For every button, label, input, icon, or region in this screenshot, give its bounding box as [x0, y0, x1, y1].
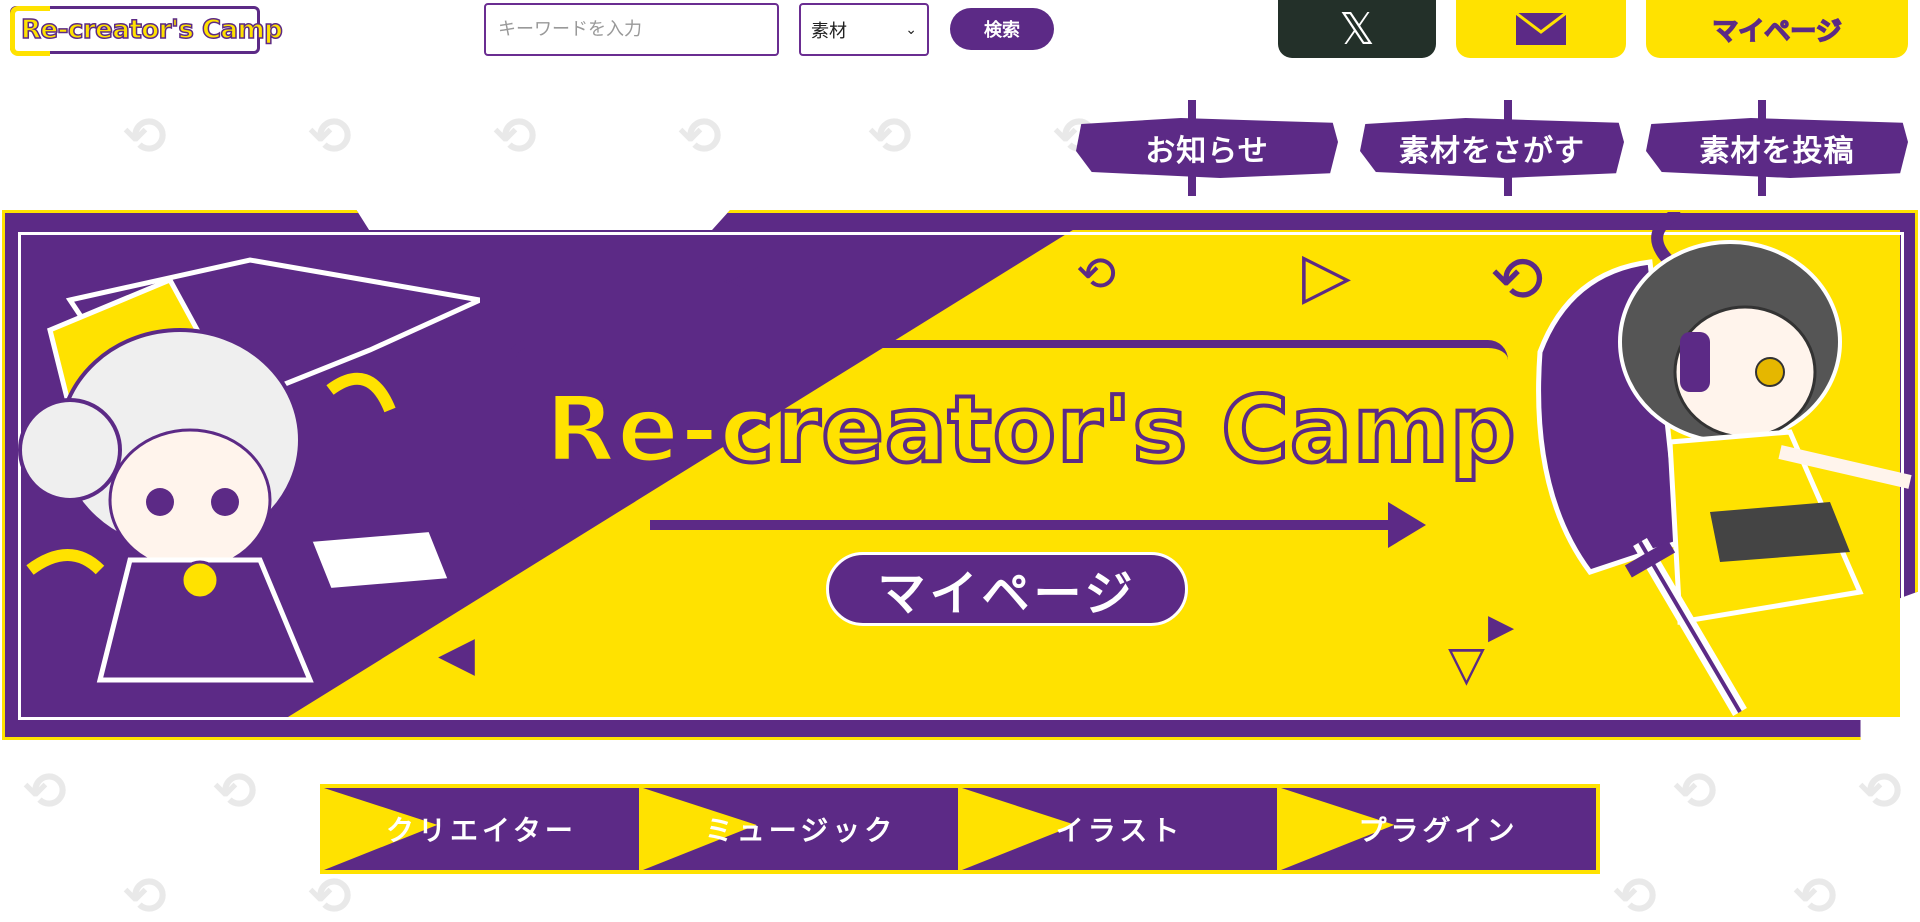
- triangle-outline-icon: ▷: [1302, 239, 1352, 313]
- nav-post-material-label: 素材を投稿: [1699, 134, 1855, 169]
- category-plugin[interactable]: プラグイン: [1281, 788, 1596, 870]
- category-creator[interactable]: クリエイター: [324, 788, 643, 870]
- recycle-icon: ⟲: [213, 762, 257, 822]
- recycle-icon: ⟲: [308, 867, 352, 922]
- category-select[interactable]: 素材 ⌄: [799, 3, 929, 56]
- mail-button[interactable]: [1456, 0, 1626, 58]
- recycle-icon: ⟲: [308, 107, 352, 167]
- recycle-icon: ⟲: [1076, 246, 1117, 302]
- recycle-icon: ⟲: [1793, 867, 1837, 922]
- recycle-icon: ⟲: [123, 867, 167, 922]
- x-logo-icon: 𝕏: [1339, 3, 1375, 55]
- recycle-icon: ⟲: [493, 107, 537, 167]
- category-illust[interactable]: イラスト: [962, 788, 1281, 870]
- search-input[interactable]: [484, 3, 779, 56]
- mail-icon: [1515, 12, 1567, 45]
- category-plugin-label: プラグイン: [1358, 814, 1519, 847]
- arrow-left-icon: [562, 312, 770, 356]
- nav-search-material[interactable]: 素材をさがす: [1360, 100, 1624, 196]
- category-illust-label: イラスト: [1055, 814, 1184, 847]
- category-creator-label: クリエイター: [386, 814, 577, 847]
- witch-character-illustration: [10, 240, 489, 710]
- hero-mypage-button[interactable]: マイページ: [826, 552, 1188, 626]
- nav-news-label: お知らせ: [1145, 134, 1269, 169]
- triangle-outline-icon: ▽: [1448, 636, 1485, 692]
- swordsman-character-art: [1536, 206, 1912, 717]
- hero-title: Re-creator's Camp: [543, 374, 1518, 485]
- mypage-header-button[interactable]: マイページ: [1646, 0, 1908, 58]
- search-button[interactable]: 検索: [950, 8, 1054, 50]
- witch-character-art: [18, 257, 489, 683]
- recycle-icon: ⟲: [1613, 867, 1657, 922]
- nav-search-material-label: 素材をさがす: [1399, 134, 1585, 169]
- recycle-icon: ⟲: [1673, 762, 1717, 822]
- recycle-icon: ⟲: [123, 107, 167, 167]
- swordsman-character-illustration: [1530, 206, 1920, 732]
- triangle-icon: ▶: [1488, 607, 1515, 647]
- logo-arrow: [177, 51, 237, 54]
- site-logo[interactable]: Re-creator's Camp: [10, 6, 284, 56]
- nav-post-material[interactable]: 素材を投稿: [1646, 100, 1908, 196]
- triangle-outline-icon: ◁: [724, 250, 761, 306]
- recycle-icon: ⟲: [678, 107, 722, 167]
- category-select-value: 素材: [811, 20, 847, 42]
- logo-text: Re-creator's Camp: [20, 14, 283, 46]
- recycle-icon: ⟲: [23, 762, 67, 822]
- recycle-icon: ⟲: [1858, 762, 1902, 822]
- x-social-button[interactable]: 𝕏: [1278, 0, 1436, 58]
- recycle-icon: ⟲: [868, 107, 912, 167]
- arrow-right-icon: [650, 502, 1426, 548]
- category-nav: クリエイター ミュージック イラスト プラグイン: [320, 784, 1600, 874]
- chevron-down-icon: ⌄: [905, 21, 917, 38]
- category-music-label: ミュージック: [704, 814, 897, 847]
- category-music[interactable]: ミュージック: [643, 788, 962, 870]
- site-header: Re-creator's Camp 素材 ⌄ 検索 𝕏 マイページ: [0, 0, 1920, 60]
- nav-news[interactable]: お知らせ: [1076, 100, 1338, 196]
